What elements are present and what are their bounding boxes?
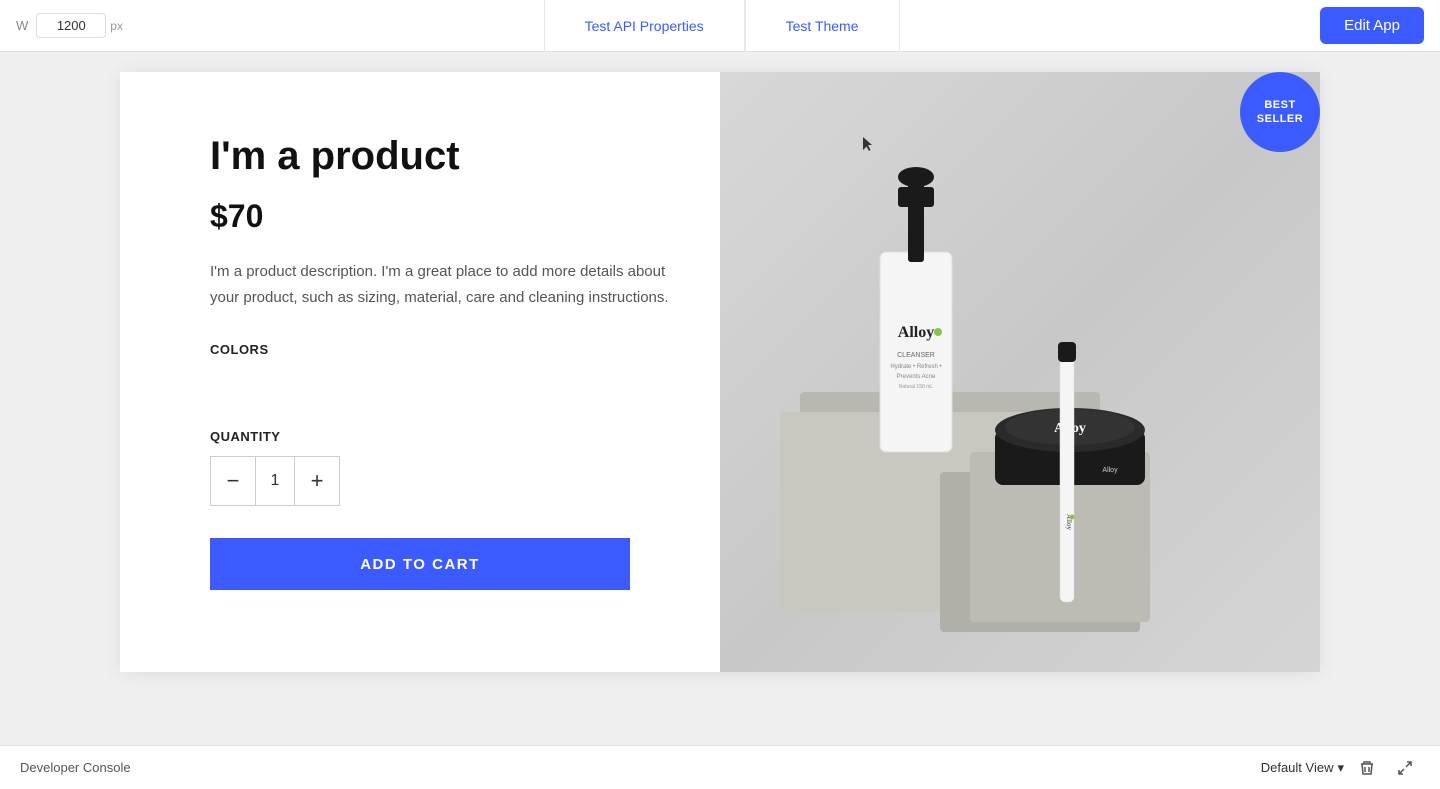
product-page: I'm a product $70 I'm a product descript… xyxy=(120,72,1320,672)
quantity-decrease-button[interactable]: − xyxy=(211,457,255,505)
svg-text:Hydrate • Refresh •: Hydrate • Refresh • xyxy=(890,364,941,370)
quantity-label: QUANTITY xyxy=(210,429,670,444)
expand-icon-button[interactable] xyxy=(1390,753,1420,783)
svg-text:Alloy: Alloy xyxy=(898,324,934,341)
quantity-section: QUANTITY − 1 + xyxy=(210,429,670,506)
svg-text:Alloy: Alloy xyxy=(1102,467,1118,474)
width-unit: px xyxy=(110,19,123,33)
tab-api-properties[interactable]: Test API Properties xyxy=(544,0,745,52)
tab-test-theme[interactable]: Test Theme xyxy=(745,0,900,52)
product-price: $70 xyxy=(210,198,670,235)
colors-label: COLORS xyxy=(210,342,670,357)
product-info-panel: I'm a product $70 I'm a product descript… xyxy=(120,72,720,672)
product-image-background: BEST SELLER Alloy xyxy=(720,72,1320,672)
toolbar-center: Test API Properties Test Theme xyxy=(123,0,1320,52)
add-to-cart-button[interactable]: ADD TO CART xyxy=(210,538,630,590)
chevron-down-icon: ▾ xyxy=(1337,760,1344,776)
default-view-select[interactable]: Default View ▾ xyxy=(1261,760,1344,776)
svg-text:CLEANSER: CLEANSER xyxy=(897,352,935,359)
quantity-increase-button[interactable]: + xyxy=(295,457,339,505)
quantity-value: 1 xyxy=(255,457,295,505)
product-title: I'm a product xyxy=(210,132,670,180)
product-illustration: Alloy CLEANSER Hydrate • Refresh • Preve… xyxy=(720,72,1320,672)
toolbar: W px Test API Properties Test Theme Edit… xyxy=(0,0,1440,52)
default-view-label: Default View xyxy=(1261,760,1334,775)
colors-section: COLORS xyxy=(210,342,670,401)
product-image-panel: BEST SELLER Alloy xyxy=(720,72,1320,672)
trash-icon-button[interactable] xyxy=(1352,753,1382,783)
edit-app-button[interactable]: Edit App xyxy=(1320,7,1424,44)
width-control: W px xyxy=(16,13,123,38)
main-area: I'm a product $70 I'm a product descript… xyxy=(0,52,1440,745)
color-swatches xyxy=(210,369,670,401)
toolbar-right: Edit App xyxy=(1320,7,1440,44)
product-description: I'm a product description. I'm a great p… xyxy=(210,259,670,310)
width-label: W xyxy=(16,18,28,33)
bottom-right-controls: Default View ▾ xyxy=(1261,753,1420,783)
width-input[interactable] xyxy=(36,13,106,38)
svg-text:Prevents Acne: Prevents Acne xyxy=(897,374,936,380)
developer-console-label[interactable]: Developer Console xyxy=(20,760,131,775)
quantity-control: − 1 + xyxy=(210,456,340,506)
svg-text:Natural 150 mL: Natural 150 mL xyxy=(899,384,933,390)
toolbar-left: W px xyxy=(0,13,123,38)
bottom-bar: Developer Console Default View ▾ xyxy=(0,745,1440,789)
